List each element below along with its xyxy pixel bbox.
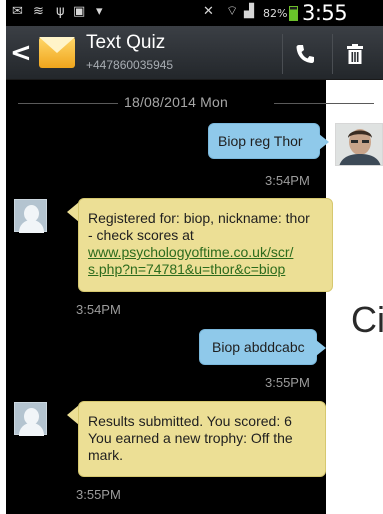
date-divider-line-right xyxy=(274,103,374,104)
phone-icon xyxy=(296,45,314,63)
incoming-message-bubble[interactable]: Registered for: biop, nickname: thor - c… xyxy=(78,198,333,292)
battery-percent: 82% xyxy=(263,7,288,20)
incoming-message-bubble[interactable]: Results submitted. You scored: 6 You ear… xyxy=(78,401,326,477)
message-text: Biop abddcabc xyxy=(212,339,305,355)
date-divider: 18/08/2014 Mon xyxy=(124,94,228,110)
contact-avatar-icon xyxy=(14,402,47,436)
date-divider-line-left xyxy=(18,103,118,104)
message-time: 3:55PM xyxy=(76,487,121,502)
background-page-text: Ci xyxy=(351,299,383,340)
delete-button[interactable] xyxy=(332,34,376,74)
message-link[interactable]: www.psychologyoftime.co.uk/scr/ xyxy=(88,244,332,261)
message-time: 3:54PM xyxy=(265,173,310,188)
message-text-line: Registered for: biop, nickname: thor xyxy=(88,210,310,226)
my-avatar-photo xyxy=(335,123,383,166)
mute-icon: ✕ xyxy=(203,4,214,19)
outgoing-message-bubble[interactable]: Biop reg Thor xyxy=(208,123,320,159)
message-text: Biop reg Thor xyxy=(218,133,303,149)
conversation-header: < Text Quiz +447860035945 xyxy=(6,26,383,80)
call-button[interactable] xyxy=(282,34,326,74)
phone-screenshot: ✉ ≋ ψ ▣ ▾ ✕ ⌔ ▟ 82% 3:55 PM < Text Quiz … xyxy=(6,0,383,514)
back-icon[interactable]: < xyxy=(10,38,32,68)
wifi-signal-icon: ≋ xyxy=(33,4,44,19)
usb-icon: ψ xyxy=(56,4,65,19)
battery-icon xyxy=(289,6,298,21)
sms-icon: ▣ xyxy=(73,4,86,19)
contact-avatar-icon xyxy=(14,199,47,233)
mail-icon: ✉ xyxy=(12,4,23,19)
message-text-line: mark. xyxy=(88,447,123,463)
bubble-tail xyxy=(316,340,326,356)
contact-number: +447860035945 xyxy=(86,58,174,72)
message-text-line: Results submitted. You scored: 6 xyxy=(88,413,292,429)
download-icon: ▾ xyxy=(96,4,103,19)
message-text-line: You earned a new trophy: Off the xyxy=(88,430,293,446)
message-text-line: - check scores at xyxy=(88,227,194,243)
message-time: 3:55PM xyxy=(265,375,310,390)
contact-name: Text Quiz xyxy=(86,32,166,53)
cellular-signal-icon: ▟ xyxy=(244,4,254,19)
message-link[interactable]: s.php?n=74781&u=thor&c=biop xyxy=(88,261,332,278)
status-bar: ✉ ≋ ψ ▣ ▾ ✕ ⌔ ▟ 82% 3:55 PM xyxy=(6,0,383,49)
trash-icon xyxy=(347,44,363,64)
outgoing-message-bubble[interactable]: Biop abddcabc xyxy=(199,329,317,365)
bubble-tail xyxy=(319,134,329,150)
wifi-icon: ⌔ xyxy=(226,4,239,19)
envelope-avatar-icon[interactable] xyxy=(39,37,75,68)
message-time: 3:54PM xyxy=(76,302,121,317)
